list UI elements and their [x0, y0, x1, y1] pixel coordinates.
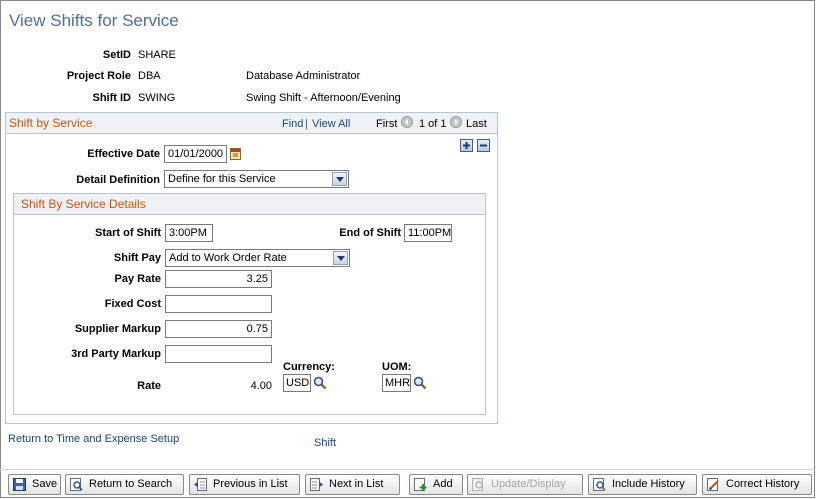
add-button[interactable]: Add: [409, 474, 463, 495]
add-icon: [414, 478, 427, 491]
fixed-cost-label: Fixed Cost: [104, 298, 161, 310]
correct-history-label: Correct History: [726, 478, 800, 490]
currency-label: Currency:: [283, 361, 335, 373]
previous-in-list-button[interactable]: Previous in List: [189, 474, 300, 495]
right-arrow-icon: [455, 119, 458, 125]
end-of-shift-field[interactable]: 11:00PM: [404, 224, 452, 242]
pay-rate-label: Pay Rate: [114, 273, 161, 285]
previous-row-button[interactable]: [401, 116, 413, 128]
effective-date-field[interactable]: 01/01/2000: [164, 145, 227, 163]
project-role-label: Project Role: [66, 70, 131, 82]
save-button[interactable]: Save: [8, 474, 61, 495]
next-in-list-button[interactable]: Next in List: [305, 474, 400, 495]
toolbar-divider: [0, 469, 815, 470]
return-search-icon: [70, 478, 83, 491]
include-history-label: Include History: [612, 478, 685, 490]
supplier-markup-label: Supplier Markup: [74, 323, 161, 335]
return-to-search-button[interactable]: Return to Search: [65, 474, 184, 495]
view-all-link[interactable]: View All: [312, 118, 350, 130]
next-list-icon: [310, 478, 323, 491]
add-label: Add: [433, 478, 453, 490]
chevron-down-icon: [337, 256, 345, 261]
currency-lookup-icon[interactable]: [313, 376, 327, 390]
return-to-setup-link[interactable]: Return to Time and Expense Setup: [8, 433, 179, 445]
next-in-list-label: Next in List: [329, 478, 384, 490]
save-icon: [13, 478, 26, 491]
minus-icon: [480, 144, 487, 147]
chevron-down-icon: [336, 177, 344, 182]
previous-list-icon: [194, 478, 207, 491]
setid-label: SetID: [102, 49, 131, 61]
update-display-button[interactable]: Update/Display: [467, 474, 583, 495]
start-of-shift-label: Start of Shift: [95, 227, 161, 239]
uom-lookup-icon[interactable]: [413, 376, 427, 390]
delete-row-button[interactable]: [477, 139, 490, 152]
update-display-label: Update/Display: [491, 478, 566, 490]
dropdown-button[interactable]: [332, 172, 347, 186]
detail-definition-label: Detail Definition: [76, 174, 160, 186]
currency-field[interactable]: USD: [283, 374, 311, 392]
third-party-markup-label: 3rd Party Markup: [71, 348, 161, 360]
start-of-shift-field[interactable]: 3:00PM: [165, 224, 213, 242]
pay-rate-field[interactable]: 3.25: [165, 270, 272, 288]
dropdown-button[interactable]: [333, 251, 348, 265]
project-role-value: DBA: [138, 70, 161, 82]
update-display-icon: [472, 478, 483, 491]
grid-separator: |: [305, 118, 308, 130]
page-title: View Shifts for Service: [9, 11, 179, 30]
details-title: Shift By Service Details: [21, 197, 146, 211]
row-range: 1 of 1: [419, 118, 447, 130]
add-row-button[interactable]: [460, 139, 473, 152]
effective-date-label: Effective Date: [87, 148, 160, 160]
left-arrow-icon: [405, 119, 408, 125]
shift-pay-value: Add to Work Order Rate: [169, 252, 287, 264]
shift-pay-label: Shift Pay: [113, 252, 161, 264]
shift-link[interactable]: Shift: [314, 437, 336, 449]
calendar-icon: [231, 149, 240, 157]
return-to-search-label: Return to Search: [89, 478, 173, 490]
next-row-button[interactable]: [450, 116, 462, 128]
correct-history-button[interactable]: Correct History: [702, 474, 812, 495]
third-party-markup-field[interactable]: [165, 345, 272, 363]
supplier-markup-field[interactable]: 0.75: [165, 320, 272, 338]
include-history-button[interactable]: Include History: [588, 474, 697, 495]
rate-label: Rate: [137, 380, 161, 392]
include-history-icon: [593, 478, 606, 491]
end-of-shift-label: End of Shift: [339, 227, 401, 239]
calendar-button[interactable]: [230, 148, 241, 160]
save-label: Save: [32, 478, 58, 490]
shift-id-description: Swing Shift - Afternoon/Evening: [246, 92, 401, 104]
grid-title: Shift by Service: [9, 116, 93, 130]
shift-id-value: SWING: [138, 92, 176, 104]
shift-pay-select[interactable]: Add to Work Order Rate: [165, 249, 350, 267]
shift-id-label: Shift ID: [92, 92, 132, 104]
uom-field[interactable]: MHR: [382, 374, 411, 392]
detail-definition-value: Define for this Service: [168, 173, 276, 185]
fixed-cost-field[interactable]: [165, 295, 272, 313]
detail-definition-select[interactable]: Define for this Service: [164, 170, 349, 188]
find-link[interactable]: Find: [282, 118, 303, 130]
first-label: First: [376, 118, 398, 130]
previous-in-list-label: Previous in List: [213, 478, 288, 490]
uom-label: UOM:: [382, 361, 412, 373]
plus-icon: [463, 142, 470, 149]
last-label: Last: [466, 118, 487, 130]
correct-history-icon: [707, 478, 719, 491]
setid-value: SHARE: [138, 49, 176, 61]
project-role-description: Database Administrator: [246, 70, 361, 82]
rate-value: 4.00: [250, 380, 272, 392]
